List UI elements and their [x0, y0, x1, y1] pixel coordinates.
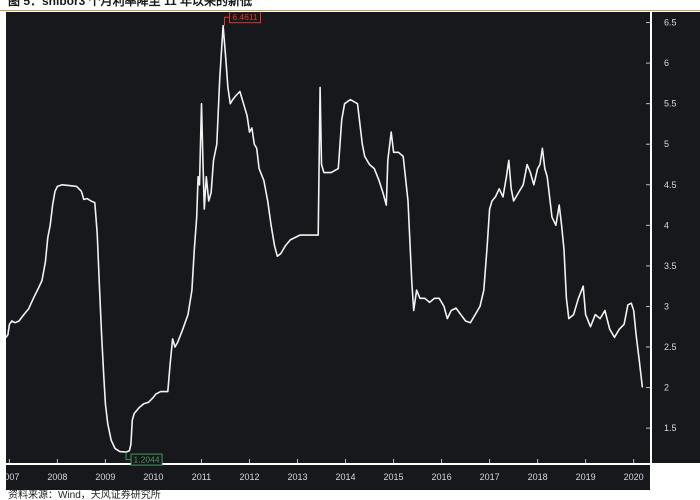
- y-tick-label: 3.5: [664, 261, 677, 271]
- y-axis-panel: [652, 12, 700, 463]
- y-tick-label: 6: [664, 58, 669, 68]
- x-tick-label: 2009: [95, 472, 115, 482]
- page: 图 5：shibor3 个月利率降至 11 年以来的新低 1.5 2 2.5 3 3.5…: [0, 0, 700, 500]
- x-tick-label: 2015: [384, 472, 404, 482]
- x-tick-label: 2010: [143, 472, 163, 482]
- x-tick-label: 2017: [480, 472, 500, 482]
- x-tick-label: 2011: [192, 472, 211, 482]
- x-tick-label: 2013: [287, 472, 307, 482]
- line-chart: 1.5 2 2.5 3 3.5 4 4.5 5 5.5 6 6.5 2007 2008 2009 2010 2…: [6, 12, 700, 490]
- y-tick-label: 5: [664, 139, 669, 149]
- title-divider: [0, 10, 700, 11]
- x-tick-label: 2007: [6, 472, 19, 482]
- y-tick-label: 6.5: [664, 18, 677, 28]
- y-tick-label: 1.5: [664, 423, 677, 433]
- x-tick-label: 2020: [624, 472, 644, 482]
- y-tick-label: 4: [664, 220, 669, 230]
- x-tick-label: 2014: [336, 472, 356, 482]
- y-tick-label: 5.5: [664, 99, 677, 109]
- y-tick-label: 3: [664, 301, 669, 311]
- x-tick-label: 2012: [239, 472, 259, 482]
- source-note: 资料来源：Wind，天风证券研究所: [8, 490, 161, 500]
- plot-area: [6, 12, 650, 463]
- x-tick-label: 2018: [528, 472, 548, 482]
- min-value-label: 1.2044: [134, 455, 160, 465]
- y-tick-label: 2.5: [664, 342, 677, 352]
- x-tick-label: 2016: [432, 472, 452, 482]
- x-tick-label: 2008: [47, 472, 67, 482]
- chart-container: 1.5 2 2.5 3 3.5 4 4.5 5 5.5 6 6.5 2007 2008 2009 2010 2…: [6, 12, 700, 490]
- y-tick-label: 4.5: [664, 180, 677, 190]
- max-value-label: 6.4611: [232, 12, 258, 22]
- y-tick-label: 2: [664, 383, 669, 393]
- figure-title: 图 5：shibor3 个月利率降至 11 年以来的新低: [8, 0, 253, 8]
- x-tick-label: 2019: [576, 472, 596, 482]
